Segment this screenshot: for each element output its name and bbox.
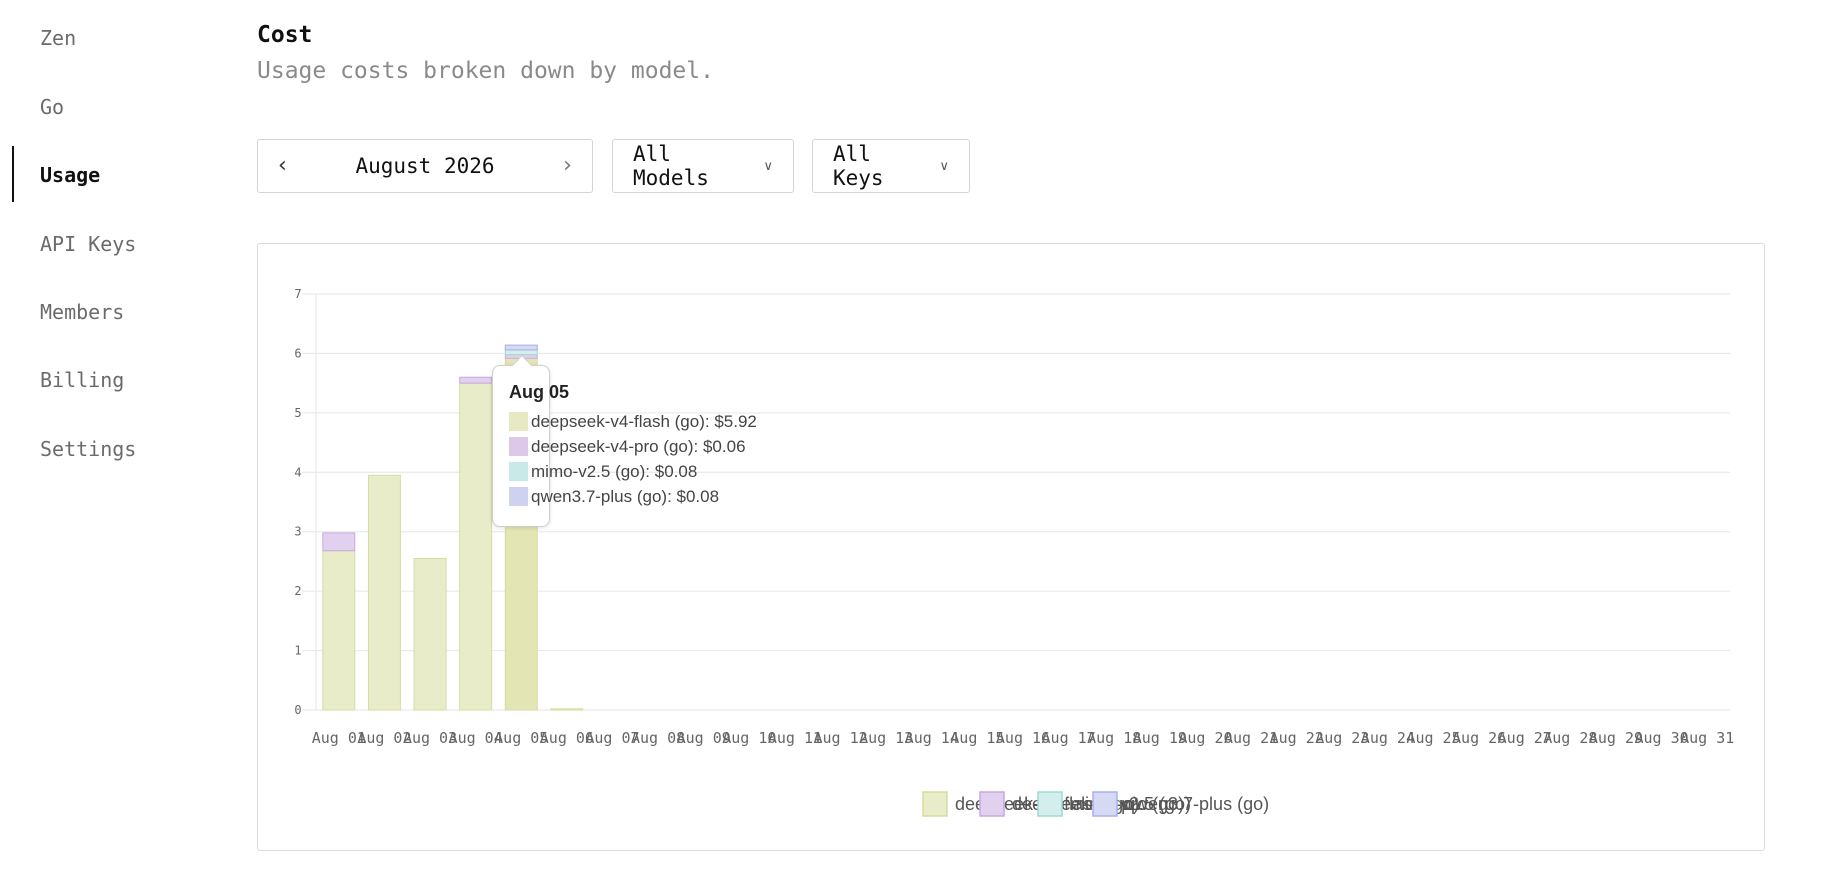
chevron-down-icon: ∨	[939, 158, 949, 174]
tooltip-row: qwen3.7-plus (go): $0.08	[509, 484, 757, 509]
y-tick-label: 2	[294, 584, 301, 598]
key-select[interactable]: All Keys ∨	[812, 139, 970, 193]
y-tick-label: 4	[294, 465, 301, 479]
y-tick-label: 6	[294, 346, 301, 360]
legend-swatch	[922, 791, 948, 817]
page-subtitle: Usage costs broken down by model.	[257, 58, 714, 84]
tooltip-swatch	[509, 437, 528, 456]
month-picker: ‹ August 2026 ›	[257, 139, 593, 193]
tooltip-swatch	[509, 487, 528, 506]
active-nav-indicator	[12, 146, 14, 202]
bar-segment	[459, 376, 493, 384]
model-select[interactable]: All Models ∨	[612, 139, 794, 193]
y-tick-label: 7	[294, 287, 301, 301]
bar-segment	[504, 344, 538, 351]
tooltip-row-text: deepseek-v4-pro (go): $0.06	[531, 436, 746, 456]
tooltip-row: mimo-v2.5 (go): $0.08	[509, 459, 757, 484]
y-tick-label: 1	[294, 644, 301, 658]
x-tick-label: Aug 31	[1680, 729, 1734, 747]
bar-segment	[367, 474, 401, 711]
sidebar-item-go[interactable]: Go	[40, 95, 64, 119]
model-select-value: All Models	[633, 142, 709, 190]
chevron-left-icon[interactable]: ‹	[278, 155, 287, 177]
bar-segment	[322, 532, 356, 552]
cost-chart: 01234567Aug 01Aug 02Aug 03Aug 04Aug 05Au…	[294, 287, 1734, 817]
month-label: August 2026	[355, 154, 495, 178]
y-tick-label: 0	[294, 703, 301, 717]
chart-tooltip: Aug 05 deepseek-v4-flash (go): $5.92 dee…	[492, 355, 757, 527]
page-title: Cost	[257, 22, 313, 48]
tooltip-row-text: deepseek-v4-flash (go): $5.92	[531, 411, 757, 431]
y-tick-label: 5	[294, 406, 301, 420]
chevron-right-icon[interactable]: ›	[563, 155, 572, 177]
tooltip-row-text: qwen3.7-plus (go): $0.08	[531, 486, 720, 506]
legend-label: qwen3.7-plus (go)	[1125, 794, 1269, 814]
tooltip-row: deepseek-v4-pro (go): $0.06	[509, 434, 757, 459]
sidebar-item-members[interactable]: Members	[40, 300, 124, 324]
cost-chart-card: 0 1 2 3 4 5 6 7 Aug 01 Aug 02 Aug 03 Aug 04 Aug 05 Au…	[257, 243, 1765, 851]
sidebar-item-api-keys[interactable]: API Keys	[40, 232, 136, 256]
tooltip-swatch	[509, 462, 528, 481]
tooltip-title: Aug 05	[509, 382, 570, 402]
bar-segment	[459, 382, 493, 711]
bar-segment	[322, 550, 356, 711]
bar-segment	[413, 557, 447, 711]
y-tick-label: 3	[294, 525, 301, 539]
bar-segment	[550, 708, 584, 711]
sidebar-item-settings[interactable]: Settings	[40, 437, 136, 461]
legend-swatch	[979, 791, 1005, 817]
tooltip-row: deepseek-v4-flash (go): $5.92	[509, 409, 757, 434]
key-select-value: All Keys	[833, 142, 884, 190]
sidebar: Zen Go Usage API Keys Members Billing Se…	[0, 0, 220, 873]
chevron-down-icon: ∨	[763, 158, 773, 174]
legend-swatch	[1037, 791, 1063, 817]
tooltip-swatch	[509, 412, 528, 431]
sidebar-item-usage[interactable]: Usage	[40, 163, 100, 187]
sidebar-item-zen[interactable]: Zen	[40, 26, 76, 50]
legend-swatch	[1092, 791, 1118, 817]
sidebar-item-billing[interactable]: Billing	[40, 368, 124, 392]
tooltip-row-text: mimo-v2.5 (go): $0.08	[531, 461, 698, 481]
